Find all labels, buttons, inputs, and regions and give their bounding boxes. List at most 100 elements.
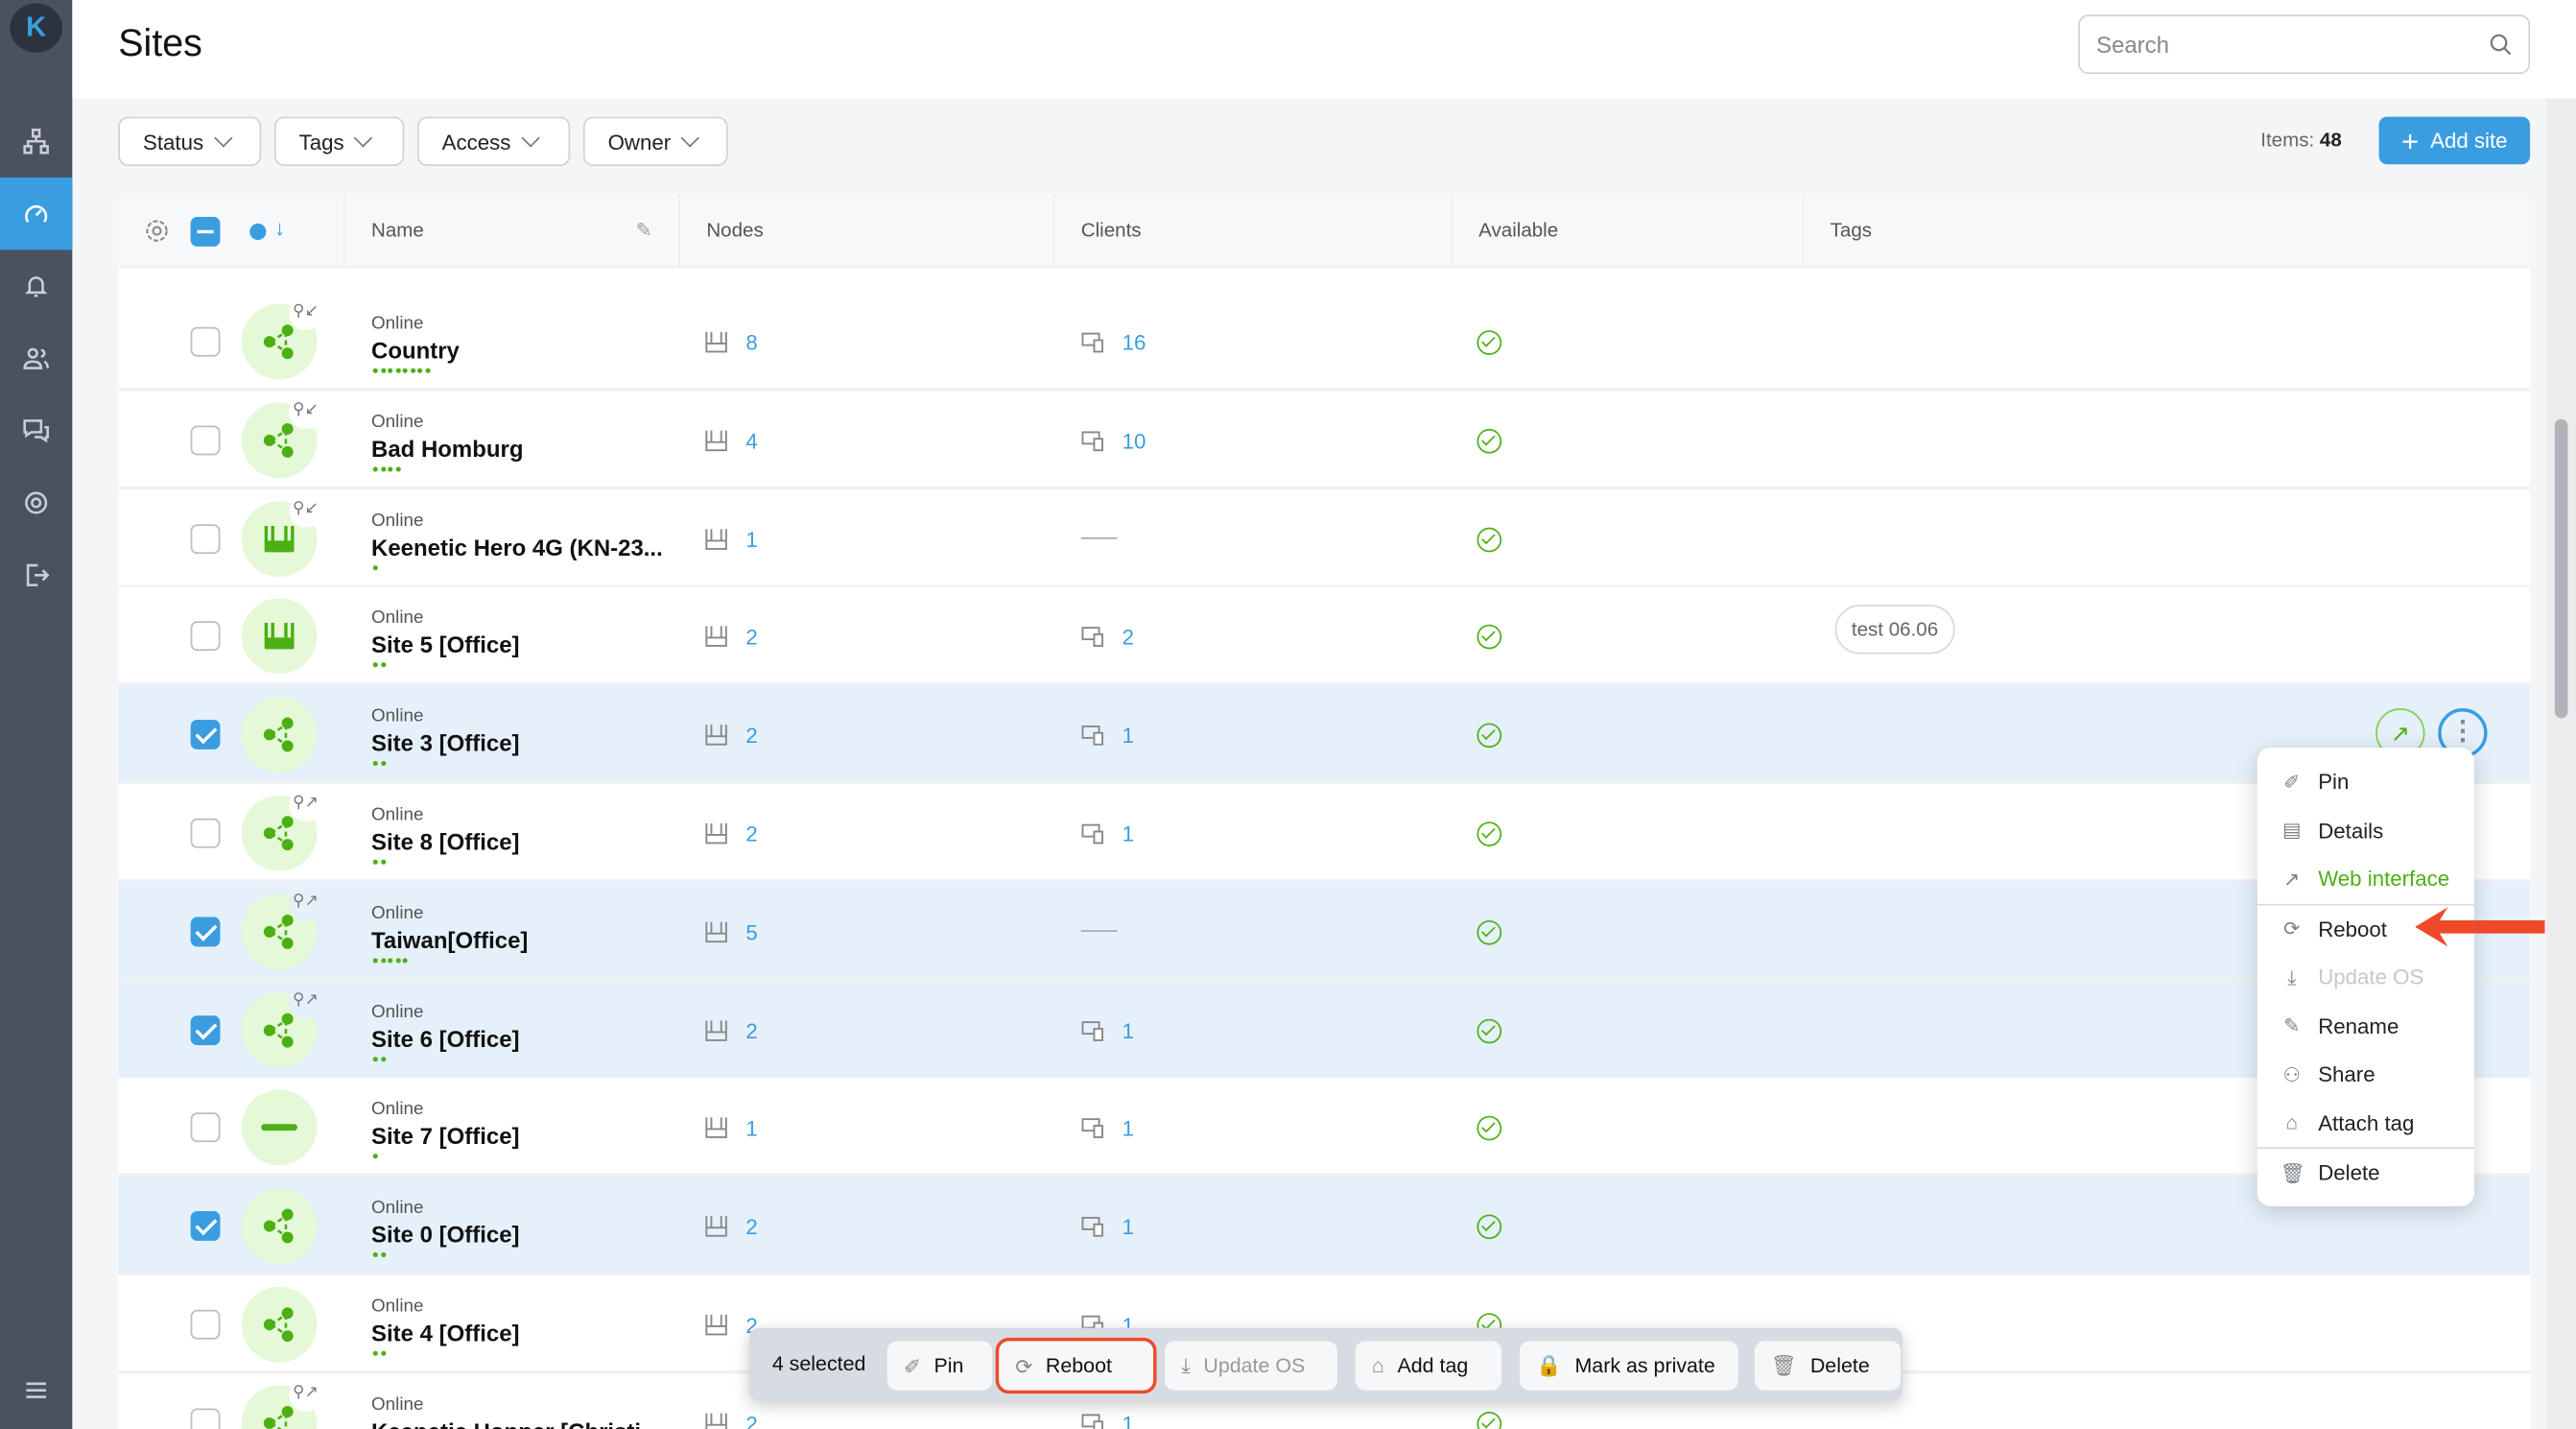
table-row[interactable]: Online Site 0 [Office] 2 1 xyxy=(118,1177,2531,1276)
clients-count[interactable]: 1 xyxy=(1123,1412,1134,1429)
site-name[interactable]: Keenetic Hero 4G (KN-23... xyxy=(371,534,663,560)
table-row[interactable]: Online Site 3 [Office] 2 1 ↗ ⋮ xyxy=(118,685,2531,785)
site-name[interactable]: Site 7 [Office] xyxy=(371,1123,520,1149)
logout-icon[interactable] xyxy=(0,539,72,611)
nodes-count[interactable]: 2 xyxy=(745,724,757,749)
row-checkbox[interactable] xyxy=(190,1211,221,1242)
nodes-count[interactable]: 5 xyxy=(745,920,757,945)
site-status: Online xyxy=(371,510,424,531)
filter-access[interactable]: Access xyxy=(416,116,571,166)
site-name[interactable]: Site 5 [Office] xyxy=(371,631,520,657)
nodes-count[interactable]: 2 xyxy=(745,1018,757,1043)
row-checkbox[interactable] xyxy=(190,523,221,554)
site-name[interactable]: Taiwan[Office] xyxy=(371,926,528,952)
menu-item-pin[interactable]: ✐ Pin xyxy=(2257,757,2474,806)
site-name[interactable]: Country xyxy=(371,337,460,363)
clients-count[interactable]: 1 xyxy=(1123,822,1134,846)
clients-count[interactable]: 10 xyxy=(1123,429,1146,454)
table-row[interactable]: ⚲↗ Online Site 6 [Office] 2 1 xyxy=(118,980,2531,1080)
table-row[interactable]: Online Site 5 [Office] 2 2 test 06.06 xyxy=(118,586,2531,686)
nodes-count[interactable]: 2 xyxy=(745,1412,757,1429)
menu-item-details[interactable]: ▤ Details xyxy=(2257,806,2474,855)
column-nodes[interactable]: Nodes xyxy=(678,194,1052,269)
select-all-checkbox[interactable] xyxy=(190,217,221,247)
table-row[interactable]: ⚲↙ Online Bad Homburg 4 10 xyxy=(118,391,2531,489)
nodes-count[interactable]: 2 xyxy=(745,822,757,846)
users-icon[interactable] xyxy=(0,322,72,394)
menu-item-attach-tag[interactable]: ⌂ Attach tag xyxy=(2257,1099,2474,1148)
clients-count[interactable]: 1 xyxy=(1123,1116,1134,1141)
nodes-count[interactable]: 4 xyxy=(745,429,757,454)
menu-item-web-interface[interactable]: ↗ Web interface xyxy=(2257,854,2474,903)
available-check-icon xyxy=(1477,919,1502,945)
clients-count[interactable]: 2 xyxy=(1123,625,1134,650)
status-sort-dot[interactable] xyxy=(249,223,267,241)
column-available[interactable]: Available xyxy=(1451,194,1802,269)
gear-icon[interactable] xyxy=(0,466,72,538)
filter-status[interactable]: Status xyxy=(118,116,262,166)
row-checkbox[interactable] xyxy=(190,1309,221,1340)
logo[interactable]: K xyxy=(10,3,63,53)
column-clients[interactable]: Clients xyxy=(1052,194,1451,269)
nodes-count[interactable]: 8 xyxy=(745,330,757,355)
table-row[interactable]: ⚲↗ Online Taiwan[Office] 5 xyxy=(118,882,2531,981)
row-checkbox[interactable] xyxy=(190,1112,221,1143)
table-row[interactable]: ⚲↗ Online Site 8 [Office] 2 1 xyxy=(118,783,2531,883)
column-name[interactable]: Name ✎ xyxy=(343,194,678,269)
nodes-count[interactable]: 2 xyxy=(745,625,757,650)
row-checkbox[interactable] xyxy=(190,1014,221,1045)
bulk-pin-button[interactable]: ✐ Pin xyxy=(886,1341,993,1391)
menu-item-rename[interactable]: ✎ Rename xyxy=(2257,1002,2474,1051)
nodes-count[interactable]: 1 xyxy=(745,527,757,552)
sort-arrow-icon[interactable]: ↓ xyxy=(274,215,285,240)
menu-item-label: Delete xyxy=(2318,1160,2380,1186)
site-name[interactable]: Site 8 [Office] xyxy=(371,828,520,854)
clients-count[interactable]: 1 xyxy=(1123,1018,1134,1043)
bell-icon[interactable] xyxy=(0,250,72,322)
site-name[interactable]: Site 3 [Office] xyxy=(371,730,520,756)
bulk-reboot-button[interactable]: ⟳ Reboot xyxy=(995,1337,1157,1394)
row-checkbox[interactable] xyxy=(190,425,221,455)
table-row[interactable]: ⚲↙ Online Country 8 16 xyxy=(118,292,2531,392)
dashboard-icon[interactable] xyxy=(0,177,73,250)
table-row[interactable]: ⚲↙ Online Keenetic Hero 4G (KN-23... 1 xyxy=(118,488,2531,588)
scrollbar-track[interactable] xyxy=(2546,98,2576,1429)
download-icon: ⤓ xyxy=(1181,1353,1191,1377)
row-checkbox[interactable] xyxy=(190,1408,221,1429)
site-name[interactable]: Bad Homburg xyxy=(371,435,524,461)
row-checkbox[interactable] xyxy=(190,720,221,750)
row-checkbox[interactable] xyxy=(190,621,221,652)
site-name[interactable]: Keenetic Hopper [Christi... xyxy=(371,1417,660,1429)
site-name[interactable]: Site 6 [Office] xyxy=(371,1025,520,1051)
clients-count[interactable]: 1 xyxy=(1123,1215,1134,1240)
nodes-count[interactable]: 1 xyxy=(745,1116,757,1141)
node-dots xyxy=(372,957,408,964)
bulk-mark-as-private-button[interactable]: 🔒 Mark as private xyxy=(1519,1341,1738,1391)
site-name[interactable]: Site 0 [Office] xyxy=(371,1222,520,1248)
add-site-button[interactable]: + Add site xyxy=(2378,116,2531,165)
column-settings-icon[interactable] xyxy=(145,219,170,244)
network-icon[interactable] xyxy=(0,106,72,178)
filter-tags[interactable]: Tags xyxy=(273,116,405,166)
bulk-add-tag-button[interactable]: ⌂ Add tag xyxy=(1355,1341,1502,1391)
table-row[interactable]: Online Site 7 [Office] 1 1 xyxy=(118,1079,2531,1178)
nodes-count[interactable]: 2 xyxy=(745,1215,757,1240)
row-checkbox[interactable] xyxy=(190,326,221,357)
menu-icon[interactable] xyxy=(0,1354,72,1426)
row-checkbox[interactable] xyxy=(190,818,221,848)
row-checkbox[interactable] xyxy=(190,917,221,946)
chat-icon[interactable] xyxy=(0,394,72,466)
tag-chip[interactable]: test 06.06 xyxy=(1834,605,1955,655)
scrollbar-thumb[interactable] xyxy=(2554,418,2568,719)
site-name[interactable]: Site 4 [Office] xyxy=(371,1320,520,1346)
filter-owner[interactable]: Owner xyxy=(582,116,728,166)
bulk-delete-button[interactable]: 🗑 Delete xyxy=(1754,1341,1902,1391)
menu-item-delete[interactable]: 🗑 Delete xyxy=(2257,1149,2474,1198)
pin-icon[interactable]: ✎ xyxy=(636,194,652,268)
nodes-icon xyxy=(705,430,727,451)
search-input[interactable]: Search xyxy=(2078,14,2531,75)
column-tags[interactable]: Tags xyxy=(1802,194,2531,269)
clients-count[interactable]: 16 xyxy=(1123,330,1146,355)
menu-item-share[interactable]: ⚇ Share xyxy=(2257,1050,2474,1099)
clients-count[interactable]: 1 xyxy=(1123,724,1134,749)
